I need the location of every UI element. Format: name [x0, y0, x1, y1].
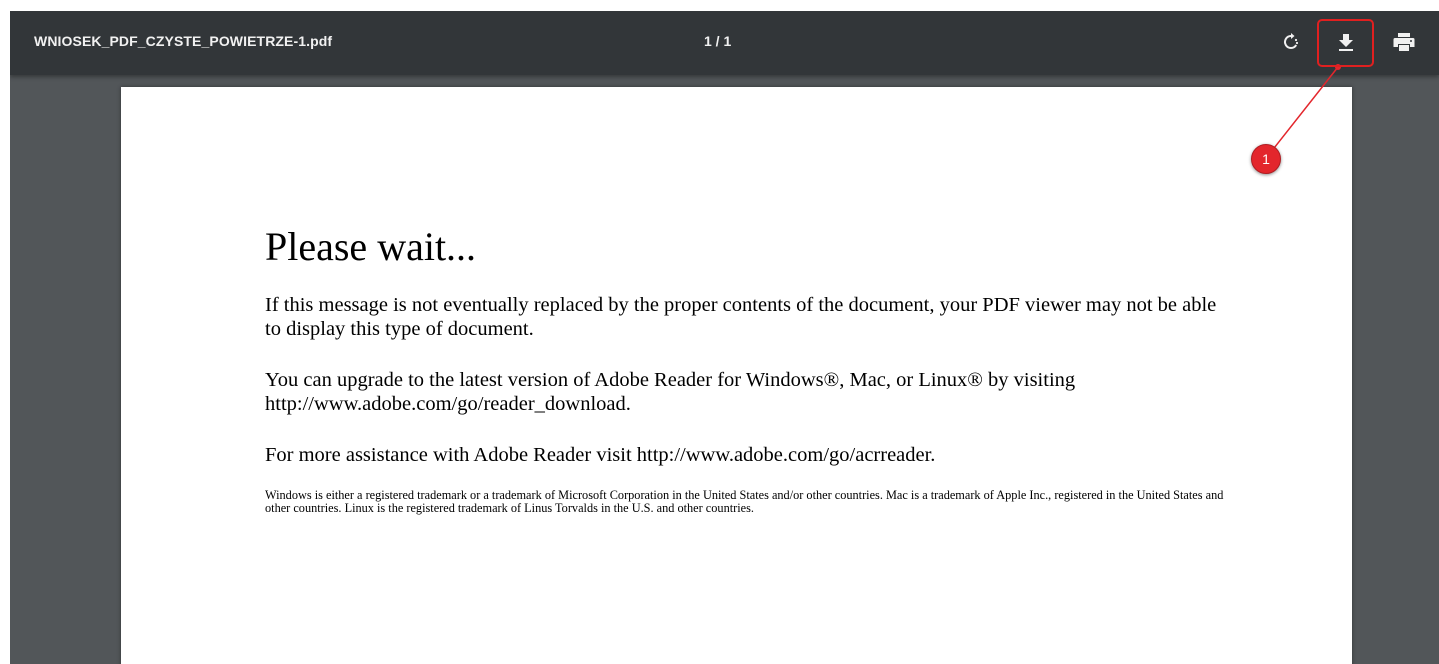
- paragraph-upgrade-reader: You can upgrade to the latest version of…: [265, 369, 1076, 415]
- pdf-viewer: WNIOSEK_PDF_CZYSTE_POWIETRZE-1.pdf 1 / 1: [10, 11, 1439, 664]
- annotation-highlight-box: [1317, 19, 1374, 67]
- viewer-toolbar: WNIOSEK_PDF_CZYSTE_POWIETRZE-1.pdf 1 / 1: [10, 11, 1439, 75]
- print-icon: [1393, 33, 1415, 51]
- paragraph-not-replaced: If this message is not eventually replac…: [265, 294, 1217, 340]
- page-content: Please wait... If this message is not ev…: [265, 225, 1225, 514]
- pdf-page: Please wait... If this message is not ev…: [121, 87, 1352, 664]
- annotation-step-badge: 1: [1251, 144, 1281, 174]
- page-heading: Please wait...: [265, 224, 477, 269]
- paragraph-assistance: For more assistance with Adobe Reader vi…: [265, 444, 936, 466]
- rotate-icon: [1284, 33, 1299, 49]
- trademark-notice: Windows is either a registered trademark…: [265, 488, 1224, 515]
- print-button[interactable]: [1387, 25, 1421, 59]
- file-name: WNIOSEK_PDF_CZYSTE_POWIETRZE-1.pdf: [34, 33, 333, 49]
- top-edge: [0, 0, 1439, 11]
- rotate-button[interactable]: [1274, 25, 1308, 59]
- page-indicator: 1 / 1: [704, 33, 732, 49]
